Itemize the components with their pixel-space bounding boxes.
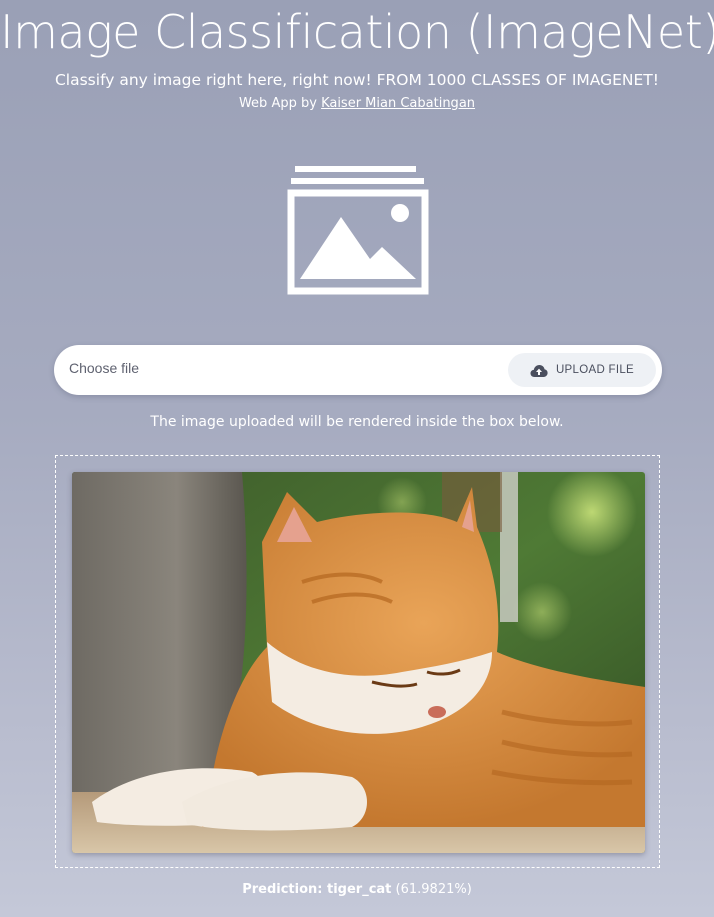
choose-file-input[interactable]: Choose file [69,360,139,376]
uploaded-image-preview [72,472,645,853]
image-stack-icon [285,163,431,297]
page-title: Image Classification (ImageNet) [0,5,714,59]
page-subtitle: Classify any image right here, right now… [54,71,659,89]
byline: Web App by Kaiser Mian Cabatingan [0,94,714,114]
upload-file-button[interactable]: UPLOAD FILE [508,353,656,387]
cloud-upload-icon [530,363,548,377]
prediction-confidence: (61.9821%) [395,882,472,897]
byline-prefix: Web App by [238,96,322,111]
author-link[interactable]: Kaiser Mian Cabatingan [321,96,475,111]
file-upload-bar: Choose file UPLOAD FILE [54,345,662,395]
prediction-result: Prediction: tiger_cat (61.9821%) [0,881,714,899]
upload-file-label: UPLOAD FILE [555,364,635,376]
prediction-label: Prediction: tiger_cat [242,882,392,897]
upload-notice: The image uploaded will be rendered insi… [150,414,564,430]
